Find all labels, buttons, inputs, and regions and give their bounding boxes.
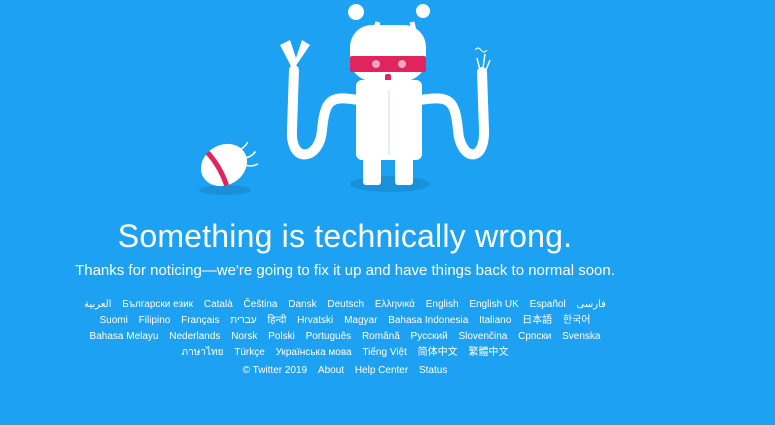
status-link[interactable]: Status — [419, 365, 447, 376]
language-link-turkish[interactable]: Türkçe — [234, 345, 265, 361]
footer: © Twitter 2019 About Help Center Status — [0, 365, 690, 376]
language-link-german[interactable]: Deutsch — [327, 297, 364, 313]
language-link-hindi[interactable]: हिन्दी — [267, 313, 286, 329]
language-link-japanese[interactable]: 日本語 — [522, 313, 552, 329]
error-message: Thanks for noticing—we're going to fix i… — [75, 262, 615, 279]
robot-visor — [350, 56, 426, 72]
language-link-polish[interactable]: Polski — [268, 329, 295, 345]
language-link-italian[interactable]: Italiano — [479, 313, 511, 329]
language-link-traditional-chinese[interactable]: 繁體中文 — [468, 345, 508, 361]
language-link-romanian[interactable]: Română — [362, 329, 400, 345]
language-link-hungarian[interactable]: Magyar — [344, 313, 377, 329]
robot-left-arm — [286, 65, 363, 160]
language-link-greek[interactable]: Ελληνικά — [375, 297, 415, 313]
robot-head-shadow — [199, 185, 251, 195]
language-link-bulgarian[interactable]: Български език — [122, 297, 193, 313]
language-link-norwegian[interactable]: Norsk — [231, 329, 257, 345]
language-link-czech[interactable]: Čeština — [244, 297, 278, 313]
robot-shadow — [350, 176, 430, 192]
language-link-ukrainian[interactable]: Українська мова — [276, 345, 352, 361]
language-link-indonesian[interactable]: Bahasa Indonesia — [388, 313, 468, 329]
error-page: Something is technically wrong. Thanks f… — [0, 0, 775, 425]
scissor-hand-icon — [280, 40, 310, 70]
language-link-serbian[interactable]: Српски — [518, 329, 551, 345]
language-link-french[interactable]: Français — [181, 313, 219, 329]
language-link-hebrew[interactable]: עברית — [230, 313, 256, 329]
language-link-vietnamese[interactable]: Tiếng Việt — [362, 345, 406, 361]
broken-robot-icon — [199, 4, 491, 195]
language-link-catalan[interactable]: Català — [204, 297, 233, 313]
language-link-croatian[interactable]: Hrvatski — [297, 313, 333, 329]
language-link-thai[interactable]: ภาษาไทย — [182, 345, 224, 361]
language-link-russian[interactable]: Русский — [411, 329, 448, 345]
copyright-text: © Twitter 2019 — [242, 365, 308, 376]
language-link-slovak[interactable]: Slovenčina — [458, 329, 507, 345]
language-selector: العربية Български език Català Čeština Da… — [70, 297, 620, 361]
robot-right-arm — [415, 67, 490, 160]
sparking-wire-icon — [476, 53, 491, 71]
left-antenna-icon — [348, 4, 364, 20]
language-link-simplified-chinese[interactable]: 简体中文 — [418, 345, 458, 361]
language-link-english-uk[interactable]: English UK — [469, 297, 518, 313]
language-link-finnish[interactable]: Suomi — [100, 313, 128, 329]
language-link-korean[interactable]: 한국어 — [563, 313, 591, 329]
language-link-filipino[interactable]: Filipino — [139, 313, 171, 329]
language-link-persian[interactable]: فارسی — [577, 297, 606, 313]
language-link-portuguese[interactable]: Português — [306, 329, 352, 345]
language-link-arabic[interactable]: العربية — [84, 297, 111, 313]
right-antenna-icon — [416, 4, 430, 18]
language-link-malay[interactable]: Bahasa Melayu — [90, 329, 159, 345]
language-link-english[interactable]: English — [426, 297, 459, 313]
about-link[interactable]: About — [318, 365, 344, 376]
language-link-dutch[interactable]: Nederlands — [169, 329, 220, 345]
robot-head — [350, 25, 426, 81]
error-headline: Something is technically wrong. — [117, 218, 573, 254]
help-center-link[interactable]: Help Center — [355, 365, 408, 376]
language-link-spanish[interactable]: Español — [530, 297, 566, 313]
language-link-swedish[interactable]: Svenska — [562, 329, 600, 345]
fallen-head-icon — [200, 141, 259, 187]
language-link-danish[interactable]: Dansk — [288, 297, 316, 313]
